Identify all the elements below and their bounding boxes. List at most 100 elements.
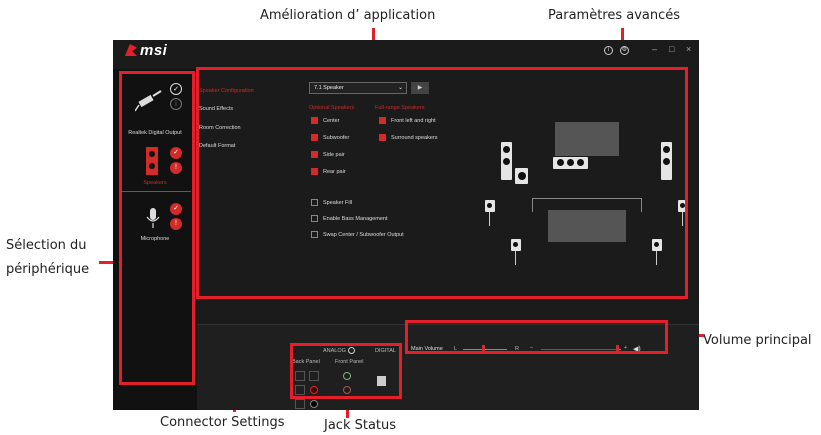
maximize-button[interactable]: □ — [669, 44, 674, 54]
surround-label: Surround speakers — [391, 135, 438, 141]
side-pair-checkbox[interactable] — [311, 151, 318, 158]
device-label: Microphone — [140, 236, 170, 242]
volume-fill — [541, 349, 617, 350]
audio-app-window: msi i ⚙ – □ × ✓ ⁞ Realtek Digital Output… — [113, 40, 699, 410]
balance-knob[interactable] — [481, 345, 485, 354]
device-sidebar: ✓ ⁞ Realtek Digital Output ✓ ! Speakers … — [113, 69, 197, 410]
subwoofer-speaker-icon[interactable] — [515, 168, 528, 184]
rear-pair-label: Rear pair — [323, 169, 346, 175]
front-right-speaker-icon[interactable] — [661, 142, 672, 180]
subwoofer-checkbox[interactable] — [311, 134, 318, 141]
selected-underline — [119, 191, 191, 192]
jack-badge-icon: ! — [170, 218, 182, 230]
balance-right-label: R — [515, 346, 519, 352]
surround-checkbox[interactable] — [379, 134, 386, 141]
stand — [489, 212, 490, 226]
back-jack-1 — [295, 371, 305, 381]
jack-badge-icon: ! — [170, 162, 182, 174]
side-pair-label: Side pair — [323, 152, 345, 158]
menu-default-format[interactable]: Default Format — [199, 143, 235, 149]
callout-connector-settings: Connector Settings — [160, 415, 285, 430]
speaker-fill-checkbox[interactable] — [311, 199, 318, 206]
back-jack-5 — [295, 399, 305, 409]
swap-center-label: Swap Center / Subwoofer Output — [323, 232, 404, 238]
center-label: Center — [323, 118, 340, 124]
front-panel-label: Front Panel — [335, 359, 364, 365]
stand — [656, 251, 657, 265]
front-left-speaker-icon[interactable] — [501, 142, 512, 180]
front-jack-2 — [343, 386, 351, 394]
speaker-fill-label: Speaker Fill — [323, 200, 353, 206]
mic-badge-icon: ⁞ — [170, 98, 182, 110]
subwoofer-label: Subwoofer — [323, 135, 350, 141]
center-checkbox[interactable] — [311, 117, 318, 124]
optional-speakers-title: Optional Speakers — [309, 105, 355, 111]
bottom-panel: ANALOG DIGITAL Back Panel Front Panel Ma… — [197, 324, 699, 410]
device-microphone[interactable]: ✓ ! Microphone — [113, 203, 197, 261]
rear-pair-checkbox[interactable] — [311, 168, 318, 175]
device-label: Realtek Digital Output — [128, 130, 182, 136]
front-lr-checkbox[interactable] — [379, 117, 386, 124]
balance-slider[interactable] — [463, 349, 507, 350]
tv-screen — [555, 122, 619, 156]
close-button[interactable]: × — [686, 44, 691, 54]
center-speaker-icon[interactable] — [553, 157, 588, 169]
front-lr-label: Front left and right — [391, 118, 436, 124]
fullrange-speakers-title: Full-range Speakers — [375, 105, 425, 111]
speaker-config-dropdown[interactable]: 7.1 Speaker ⌄ — [309, 82, 407, 94]
back-jack-6 — [310, 400, 318, 408]
back-jack-3 — [295, 385, 305, 395]
volume-plus-label: + — [624, 345, 628, 351]
info-icon[interactable]: i — [604, 46, 613, 55]
menu-speaker-configuration[interactable]: Speaker Configuration — [199, 88, 254, 94]
back-jack-2 — [309, 371, 319, 381]
digital-label: DIGITAL — [375, 348, 396, 354]
callout-device-selection-2: périphérique — [6, 262, 90, 277]
callout-advanced-settings: Paramètres avancés — [548, 8, 681, 23]
connector-settings-icon[interactable] — [377, 376, 386, 386]
gear-icon[interactable]: ⚙ — [620, 46, 629, 55]
check-badge-icon: ✓ — [170, 147, 182, 159]
plug-icon — [135, 90, 162, 112]
couch — [548, 210, 626, 242]
callout-app-enhancement: Amélioration d’ application — [260, 8, 436, 23]
speaker-icon — [146, 147, 158, 175]
stand — [515, 251, 516, 265]
callout-device-selection-1: Sélection du — [6, 238, 87, 253]
volume-knob[interactable] — [616, 345, 619, 354]
callout-main-volume: Volume principal — [703, 333, 812, 348]
swap-center-checkbox[interactable] — [311, 231, 318, 238]
rear-left-speaker-icon[interactable] — [511, 239, 521, 251]
msi-logo: msi — [125, 42, 167, 59]
bass-management-label: Enable Bass Management — [323, 216, 388, 222]
bass-management-checkbox[interactable] — [311, 215, 318, 222]
device-realtek-digital[interactable]: ✓ ⁞ Realtek Digital Output — [113, 81, 197, 139]
rear-right-speaker-icon[interactable] — [652, 239, 662, 251]
gear-icon[interactable] — [348, 347, 355, 354]
menu-sound-effects[interactable]: Sound Effects — [199, 106, 233, 112]
device-label: Speakers — [143, 180, 167, 186]
device-speakers[interactable]: ✓ ! Speakers — [113, 147, 197, 205]
chevron-down-icon: ⌄ — [397, 85, 403, 91]
play-test-button[interactable]: ▶ — [411, 82, 429, 94]
check-badge-icon: ✓ — [170, 83, 182, 95]
balance-left-label: L — [454, 346, 458, 352]
microphone-icon — [146, 208, 160, 228]
main-volume-label: Main Volume — [411, 346, 443, 352]
check-badge-icon: ✓ — [170, 203, 182, 215]
settings-menu: Speaker Configuration Sound Effects Room… — [199, 69, 287, 319]
side-right-speaker-icon[interactable] — [678, 200, 688, 212]
menu-room-correction[interactable]: Room Correction — [199, 125, 241, 131]
title-bar: msi i ⚙ – □ × — [113, 40, 699, 60]
analog-label: ANALOG — [323, 348, 346, 354]
front-jack-1 — [343, 372, 351, 380]
volume-minus-label: – — [530, 345, 534, 351]
speaker-configuration-panel: 7.1 Speaker ⌄ ▶ Optional Speakers Full-ra… — [287, 69, 697, 319]
minimize-button[interactable]: – — [652, 44, 657, 54]
back-panel-label: Back Panel — [292, 359, 320, 365]
side-left-speaker-icon[interactable] — [485, 200, 495, 212]
stand — [682, 212, 683, 226]
speaker-volume-icon[interactable]: ◀) — [633, 345, 641, 353]
back-jack-4 — [310, 386, 318, 394]
callout-jack-status: Jack Status — [324, 418, 397, 433]
